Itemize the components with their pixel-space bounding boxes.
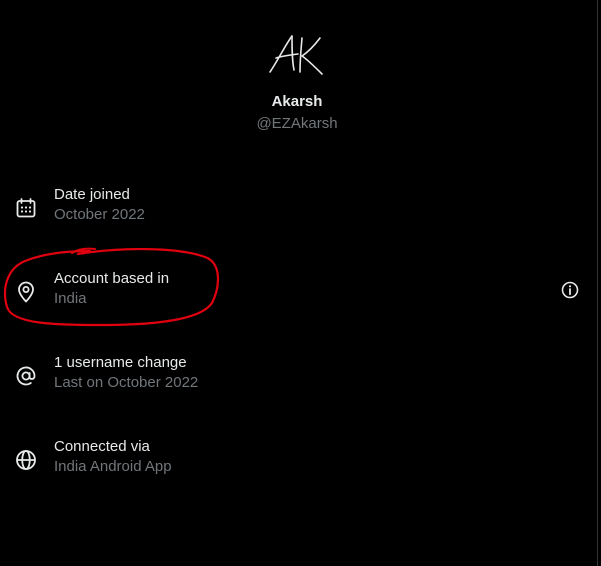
connected-via-value: India Android App: [54, 458, 172, 475]
globe-icon: [16, 450, 36, 470]
at-sign-icon: [16, 366, 36, 386]
avatar: [269, 35, 323, 75]
info-icon[interactable]: [560, 280, 580, 300]
info-row-username-change: 1 username change Last on October 2022: [0, 350, 597, 410]
connected-via-label: Connected via: [54, 438, 150, 455]
red-annotation-circle: [3, 247, 219, 327]
username-change-label: 1 username change: [54, 354, 187, 371]
info-row-date-joined: Date joined October 2022: [0, 182, 597, 242]
panel-divider: [597, 0, 598, 566]
display-name: Akarsh: [271, 93, 323, 110]
calendar-icon: [16, 198, 36, 218]
username-change-value: Last on October 2022: [54, 374, 199, 391]
date-joined-value: October 2022: [54, 206, 145, 223]
user-handle: @EZAkarsh: [256, 115, 338, 132]
date-joined-label: Date joined: [54, 186, 130, 203]
info-row-connected-via: Connected via India Android App: [0, 434, 597, 494]
